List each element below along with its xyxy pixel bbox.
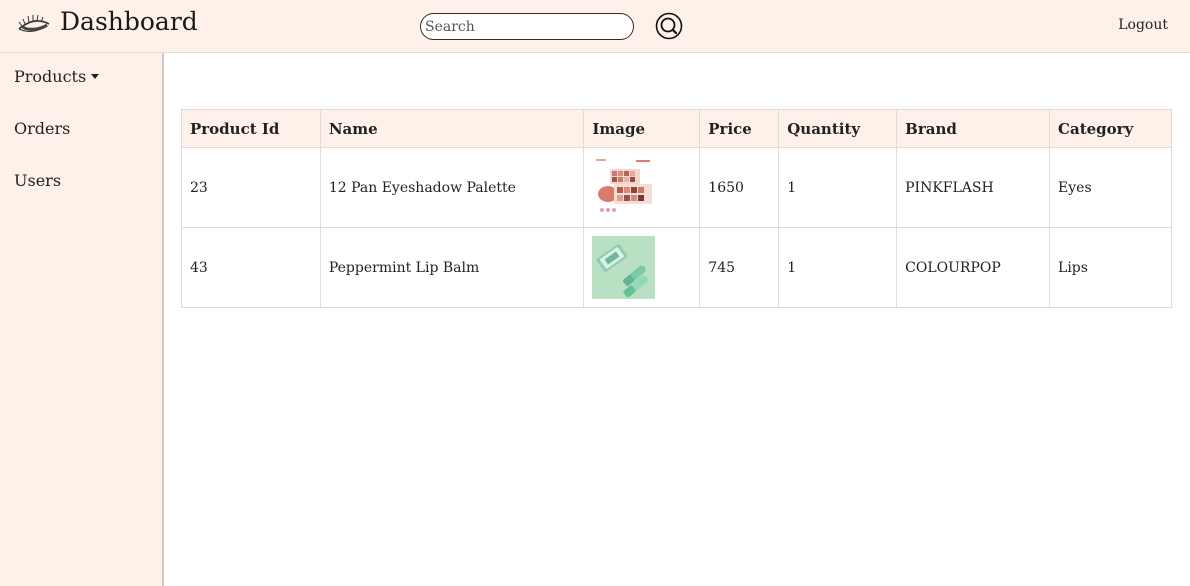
cell-quantity: 1 [778, 147, 898, 228]
logout-link[interactable]: Logout [1118, 17, 1168, 33]
cell-brand: COLOURPOP [896, 227, 1051, 308]
cell-image [583, 147, 701, 228]
cell-category: Eyes [1049, 147, 1172, 228]
table-header-row: Product Id Name Image Price Quantity Bra… [181, 109, 1172, 148]
cell-quantity: 1 [778, 227, 898, 308]
cell-name: Peppermint Lip Balm [319, 227, 585, 308]
column-header-category: Category [1049, 109, 1172, 148]
sidebar-item-label: Users [14, 171, 62, 190]
lip-balm-thumbnail [592, 236, 656, 299]
search-box[interactable] [420, 13, 634, 40]
column-header-price: Price [699, 109, 780, 148]
sidebar-item-users[interactable]: Users [14, 171, 61, 190]
cell-product-id: 43 [181, 227, 321, 308]
column-header-name: Name [319, 109, 585, 148]
cell-brand: PINKFLASH [896, 147, 1051, 228]
column-header-quantity: Quantity [778, 109, 898, 148]
column-header-image: Image [583, 109, 701, 148]
caret-down-icon [91, 74, 100, 79]
sidebar-item-orders[interactable]: Orders [14, 119, 70, 138]
column-header-product-id: Product Id [181, 109, 321, 148]
page-title: Dashboard [60, 7, 198, 36]
cell-price: 745 [699, 227, 780, 308]
sidebar: Products Orders Users [0, 53, 164, 586]
eyelash-logo-icon [18, 14, 50, 32]
eyeshadow-palette-thumbnail [592, 156, 656, 219]
cell-name: 12 Pan Eyeshadow Palette [319, 147, 585, 228]
cell-price: 1650 [699, 147, 780, 228]
table-row[interactable]: 43 Peppermint Lip Balm 745 1 COLOURPOP L… [181, 227, 1172, 308]
sidebar-item-products[interactable]: Products [14, 67, 100, 86]
search-input[interactable] [421, 14, 633, 39]
cell-category: Lips [1049, 227, 1172, 308]
column-header-brand: Brand [896, 109, 1051, 148]
table-row[interactable]: 23 12 Pan Eyeshadow Palette 1650 1 PINKF… [181, 147, 1172, 228]
products-table: Product Id Name Image Price Quantity Bra… [181, 109, 1172, 308]
sidebar-item-label: Orders [14, 119, 71, 138]
cell-product-id: 23 [181, 147, 321, 228]
top-navbar: Dashboard Logout [0, 0, 1190, 53]
cell-image [583, 227, 701, 308]
search-icon[interactable] [655, 12, 683, 40]
sidebar-item-label: Products [14, 67, 87, 86]
